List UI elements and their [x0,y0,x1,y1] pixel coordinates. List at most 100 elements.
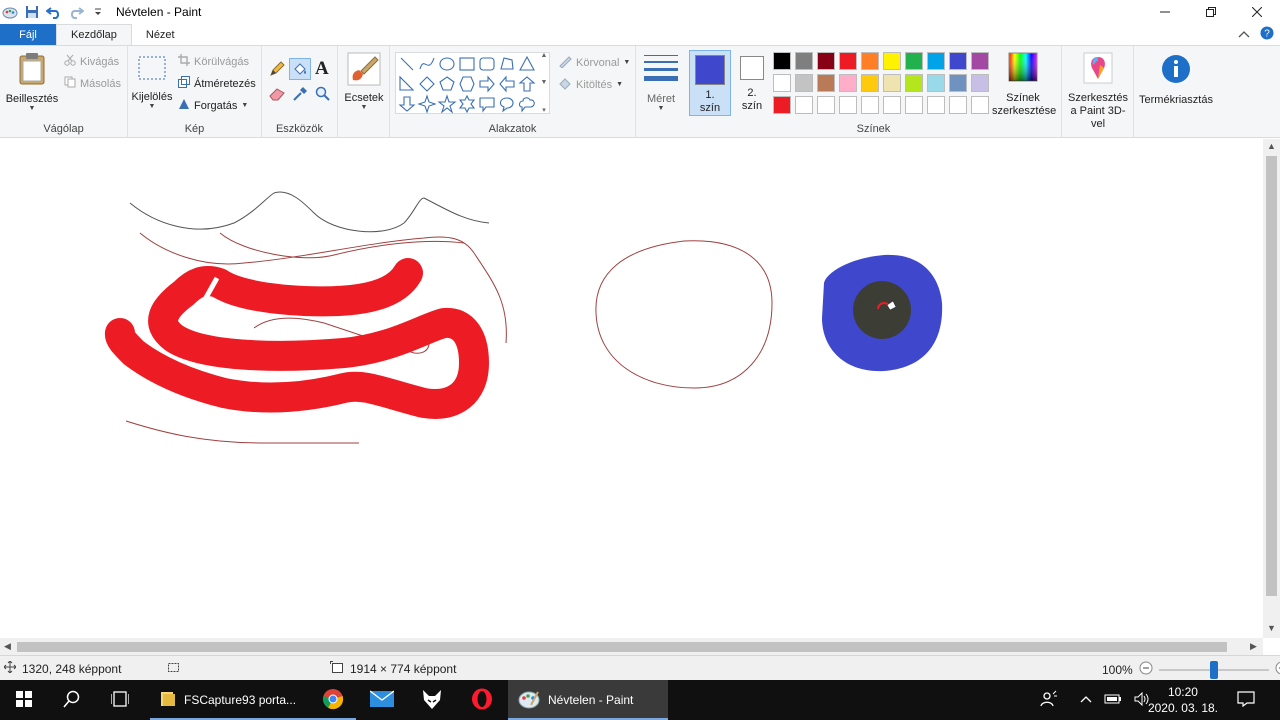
tab-file[interactable]: Fájl [0,24,56,45]
show-hidden-icons-icon[interactable] [1080,694,1092,706]
shape-up-arrow-icon[interactable] [518,76,536,92]
edit-with-paint3d-button[interactable]: Szerkesztés a Paint 3D-vel [1064,52,1132,131]
zoom-in-button[interactable] [1275,661,1280,678]
palette-color-swatch[interactable] [905,96,923,114]
product-alert-button[interactable]: Termékriasztás [1136,54,1216,106]
color1-button[interactable]: 1. szín [689,50,731,116]
fill-bucket-icon[interactable] [289,58,311,80]
search-button[interactable] [48,680,96,720]
battery-icon[interactable] [1104,693,1122,708]
horizontal-scroll-thumb[interactable] [17,642,1227,652]
scroll-right-icon[interactable]: ▶ [1250,641,1257,652]
shape-star6-icon[interactable] [458,94,476,114]
palette-color-swatch[interactable] [773,74,791,92]
copy-button[interactable]: Másolás [64,76,121,91]
palette-color-swatch[interactable] [861,96,879,114]
taskbar-fscapture[interactable]: FSCapture93 porta... [150,680,310,720]
shape-callout-rect-icon[interactable] [479,97,495,113]
taskbar-paint[interactable]: Névtelen - Paint [508,680,668,720]
shape-polygon-icon[interactable] [500,57,514,70]
shape-callout-cloud-icon[interactable] [518,97,535,113]
palette-color-swatch[interactable] [883,96,901,114]
zoom-out-button[interactable] [1139,661,1153,678]
size-button[interactable]: Méret ▼ [640,54,682,112]
color-picker-icon[interactable] [292,86,308,105]
shape-rect-icon[interactable] [459,57,475,71]
shapes-gallery-scroll[interactable]: ▲ ▼ ▾ [538,52,550,114]
palette-color-swatch[interactable] [839,74,857,92]
select-button[interactable]: Kijelölés ▼ [132,56,172,110]
tab-home[interactable]: Kezdőlap [56,24,132,45]
palette-color-swatch[interactable] [795,96,813,114]
palette-color-swatch[interactable] [861,52,879,70]
shape-oval-icon[interactable] [439,57,455,71]
taskbar-clock[interactable]: 10:20 2020. 03. 18. [1148,684,1218,716]
palette-color-swatch[interactable] [839,52,857,70]
crop-button[interactable]: Körülvágás [178,54,249,69]
palette-color-swatch[interactable] [861,74,879,92]
shape-right-arrow-icon[interactable] [479,75,495,93]
shape-hexagon-icon[interactable] [459,76,475,92]
palette-color-swatch[interactable] [795,52,813,70]
shape-roundrect-icon[interactable] [479,57,495,71]
magnifier-icon[interactable] [315,86,331,105]
palette-color-swatch[interactable] [971,74,989,92]
palette-color-swatch[interactable] [817,96,835,114]
undo-icon[interactable] [46,4,62,20]
palette-color-swatch[interactable] [971,52,989,70]
eraser-icon[interactable] [268,86,286,105]
cut-button[interactable]: Kivágás [64,54,119,69]
paint-app-icon[interactable] [2,4,18,20]
save-icon[interactable] [24,4,40,20]
zoom-slider-thumb[interactable] [1209,660,1218,679]
shape-curve-icon[interactable] [419,57,435,70]
palette-color-swatch[interactable] [773,96,791,114]
shapes-gallery-icons[interactable] [396,53,551,115]
scroll-down-icon[interactable]: ▼ [1267,623,1276,633]
shape-star5-icon[interactable] [437,94,457,114]
minimize-button[interactable] [1142,0,1188,24]
palette-color-swatch[interactable] [949,74,967,92]
redo-icon[interactable] [68,4,84,20]
people-icon[interactable] [1040,690,1058,711]
notifications-button[interactable] [1226,680,1266,720]
text-tool-icon[interactable]: A [315,58,329,80]
palette-color-swatch[interactable] [773,52,791,70]
palette-color-swatch[interactable] [905,74,923,92]
shape-pentagon-icon[interactable] [439,76,455,91]
restore-button[interactable] [1188,0,1234,24]
palette-color-swatch[interactable] [817,74,835,92]
palette-color-swatch[interactable] [883,74,901,92]
shape-left-arrow-icon[interactable] [499,75,515,93]
palette-color-swatch[interactable] [839,96,857,114]
close-button[interactable] [1234,0,1280,24]
zoom-slider[interactable] [1158,660,1269,679]
start-button[interactable] [0,680,48,720]
shape-diamond-icon[interactable] [419,76,435,92]
fill-button[interactable]: Kitöltés ▼ [558,76,623,93]
edit-colors-button[interactable]: Színek szerkesztése [992,52,1056,118]
palette-color-swatch[interactable] [927,96,945,114]
palette-color-swatch[interactable] [927,52,945,70]
paste-button[interactable]: Beillesztés ▼ [6,52,58,112]
rotate-button[interactable]: Forgatás ▼ [178,98,248,113]
palette-color-swatch[interactable] [905,52,923,70]
customize-quick-access-icon[interactable] [90,4,106,20]
resize-button[interactable]: Átméretezés [178,76,256,91]
scroll-left-icon[interactable]: ◀ [4,641,11,652]
palette-color-swatch[interactable] [949,52,967,70]
taskbar-mail[interactable] [358,680,406,720]
horizontal-scrollbar[interactable]: ◀ ▶ [0,638,1263,655]
collapse-ribbon-icon[interactable] [1238,29,1250,41]
color2-button[interactable]: 2. szín [732,50,772,116]
palette-color-swatch[interactable] [795,74,813,92]
shape-triangle-icon[interactable] [519,55,535,71]
pencil-icon[interactable] [268,60,286,81]
drawing-canvas[interactable] [4,143,1262,637]
shape-line-icon[interactable] [400,57,414,71]
taskbar-opera[interactable] [458,680,506,720]
help-icon[interactable]: ? [1260,26,1274,43]
vertical-scroll-thumb[interactable] [1266,156,1277,596]
palette-color-swatch[interactable] [949,96,967,114]
outline-button[interactable]: Körvonal ▼ [558,54,630,71]
